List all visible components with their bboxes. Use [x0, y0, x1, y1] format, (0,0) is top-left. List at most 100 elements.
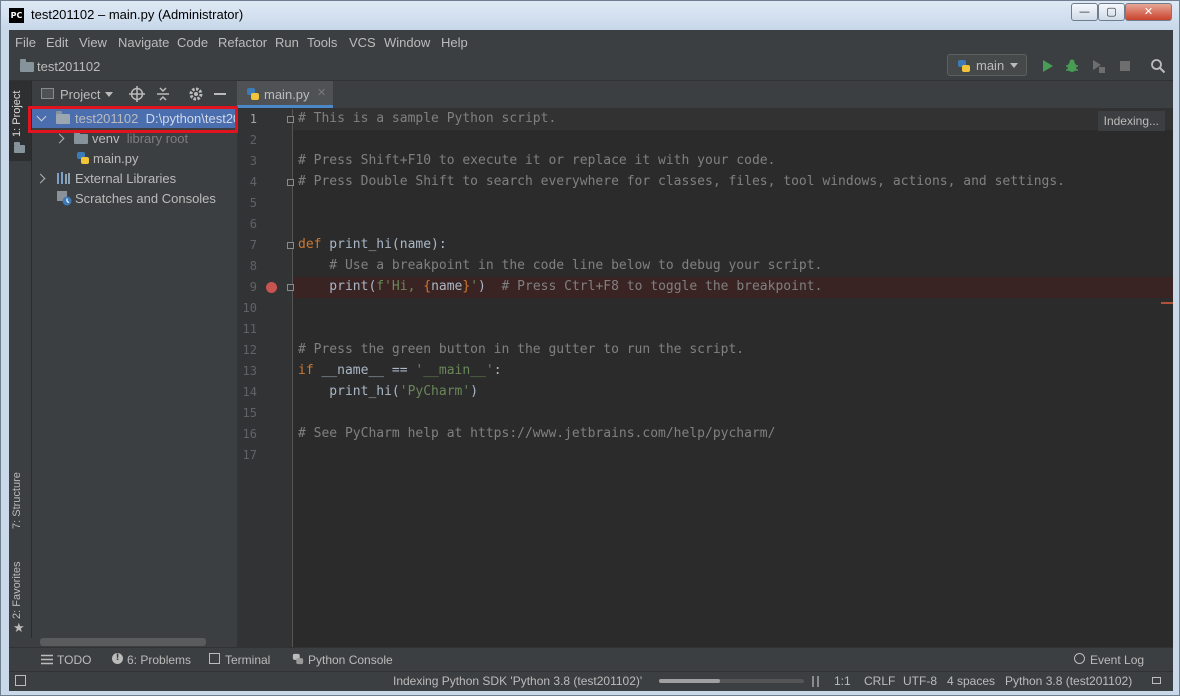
- gear-icon[interactable]: [188, 86, 204, 102]
- toggle-tool-windows-icon[interactable]: [15, 675, 26, 686]
- tab-todo[interactable]: TODO: [57, 653, 91, 667]
- chevron-down-icon[interactable]: [105, 92, 113, 97]
- menu-navigate[interactable]: Navigate: [118, 35, 169, 50]
- menu-vcs[interactable]: VCS: [349, 35, 376, 50]
- hide-panel-icon[interactable]: [214, 93, 226, 95]
- project-view-label[interactable]: Project: [60, 87, 100, 102]
- minimize-button[interactable]: —: [1071, 3, 1098, 21]
- title-bar: PC test201102 – main.py (Administrator) …: [1, 1, 1179, 29]
- run-with-coverage-icon[interactable]: [1090, 58, 1106, 74]
- line-number: 1: [249, 112, 257, 126]
- editor-tab-main-py[interactable]: main.py ✕: [237, 81, 333, 108]
- tree-item-label: External Libraries: [75, 171, 177, 186]
- project-tool-icon: [14, 142, 25, 153]
- file-encoding[interactable]: UTF-8: [903, 674, 937, 688]
- status-message[interactable]: Indexing Python SDK 'Python 3.8 (test201…: [393, 674, 642, 688]
- code-line-14: print_hi('PyCharm'): [298, 384, 478, 399]
- code-line-16: # See PyCharm help at https://www.jetbra…: [298, 426, 776, 441]
- line-number: 6: [249, 217, 257, 231]
- debug-icon[interactable]: [1064, 58, 1080, 74]
- menu-code[interactable]: Code: [177, 35, 208, 50]
- keyword: if: [298, 363, 314, 378]
- string-literal: '__main__': [415, 363, 494, 378]
- stop-icon[interactable]: [1117, 58, 1133, 74]
- tree-item-main-py[interactable]: main.py: [32, 148, 236, 168]
- tree-item-external-libraries[interactable]: External Libraries: [32, 168, 236, 188]
- chevron-right-icon[interactable]: [54, 133, 65, 144]
- line-number: 2: [249, 133, 257, 147]
- line-number: 16: [242, 427, 257, 441]
- fold-marker-icon[interactable]: [287, 284, 294, 291]
- tab-problems[interactable]: 6: Problems: [127, 653, 191, 667]
- line-number: 13: [242, 364, 257, 378]
- pause-icon[interactable]: [812, 676, 814, 687]
- project-panel-header: Project: [32, 81, 236, 108]
- line-separator[interactable]: CRLF: [864, 674, 895, 688]
- menu-edit[interactable]: Edit: [46, 35, 68, 50]
- line-number: 12: [242, 343, 257, 357]
- string-literal: ': [470, 279, 479, 294]
- caret-position[interactable]: 1:1: [834, 674, 851, 688]
- python-console-icon: [292, 653, 304, 665]
- fold-marker-icon[interactable]: [287, 242, 294, 249]
- menu-tools[interactable]: Tools: [307, 35, 337, 50]
- menu-help[interactable]: Help: [441, 35, 468, 50]
- libraries-icon: [57, 172, 70, 184]
- line-number: 11: [242, 322, 257, 336]
- status-bar: Indexing Python SDK 'Python 3.8 (test201…: [9, 671, 1173, 691]
- interpreter-selector[interactable]: Python 3.8 (test201102): [1005, 674, 1132, 688]
- tree-item-label: Scratches and Consoles: [75, 191, 216, 206]
- search-icon[interactable]: [1150, 58, 1166, 74]
- maximize-button[interactable]: ▢: [1098, 3, 1125, 21]
- collapse-all-icon[interactable]: [155, 86, 171, 102]
- chevron-right-icon[interactable]: [35, 173, 46, 184]
- progress-fill: [659, 679, 720, 683]
- code-line-3: # Press Shift+F10 to execute it or repla…: [298, 153, 776, 168]
- todo-icon: [41, 654, 53, 668]
- code-line-12: # Press the green button in the gutter t…: [298, 342, 745, 357]
- code-line-9: print(f'Hi, {name}') # Press Ctrl+F8 to …: [298, 279, 822, 294]
- ide-window: PC test201102 – main.py (Administrator) …: [0, 0, 1180, 696]
- line-number: 15: [242, 406, 257, 420]
- tab-python-console[interactable]: Python Console: [308, 653, 393, 667]
- fold-marker-icon[interactable]: [287, 179, 294, 186]
- tool-tab-favorites[interactable]: 2: Favorites: [11, 562, 23, 619]
- tab-terminal[interactable]: Terminal: [225, 653, 270, 667]
- breadcrumb[interactable]: test201102: [37, 59, 100, 74]
- tree-item-scratches[interactable]: Scratches and Consoles: [32, 188, 236, 208]
- tree-item-label: main.py: [93, 151, 139, 166]
- keyword: def: [298, 237, 322, 252]
- locate-file-icon[interactable]: [129, 86, 145, 102]
- indent-setting[interactable]: 4 spaces: [947, 674, 995, 688]
- tool-tab-project[interactable]: 1: Project: [11, 91, 23, 137]
- run-icon[interactable]: [1039, 58, 1055, 74]
- fold-marker-icon[interactable]: [287, 116, 294, 123]
- menu-window[interactable]: Window: [384, 35, 430, 50]
- chevron-down-icon: [1010, 63, 1018, 68]
- menu-view[interactable]: View: [79, 35, 107, 50]
- line-number: 4: [249, 175, 257, 189]
- code-line-8: # Use a breakpoint in the code line belo…: [298, 258, 823, 273]
- highlight-annotation-box: [28, 106, 238, 133]
- breakpoint-icon[interactable]: [266, 282, 277, 293]
- folder-icon: [74, 131, 88, 144]
- menu-file[interactable]: File: [15, 35, 36, 50]
- pause-icon-bar: [817, 676, 819, 687]
- code-editor[interactable]: 1 2 3 4 5 6 7 8 9 10 11 12 13 14 15 16 1…: [237, 109, 1173, 647]
- menu-run[interactable]: Run: [275, 35, 299, 50]
- close-tab-icon[interactable]: ✕: [317, 86, 326, 99]
- menu-refactor[interactable]: Refactor: [218, 35, 267, 50]
- python-file-icon: [247, 88, 259, 100]
- line-number: 10: [242, 301, 257, 315]
- indexing-progress-bar: [659, 679, 804, 683]
- horizontal-scrollbar[interactable]: [40, 638, 206, 646]
- close-button[interactable]: ✕: [1125, 3, 1172, 21]
- tab-event-log[interactable]: Event Log: [1090, 653, 1144, 667]
- run-configuration-selector[interactable]: main: [947, 54, 1027, 76]
- editor-gutter[interactable]: 1 2 3 4 5 6 7 8 9 10 11 12 13 14 15 16 1…: [237, 109, 294, 647]
- project-view-icon: [41, 88, 54, 99]
- tool-tab-structure[interactable]: 7: Structure: [11, 472, 23, 529]
- error-stripe-mark[interactable]: [1161, 302, 1173, 304]
- lock-icon[interactable]: [1152, 677, 1161, 684]
- pycharm-logo-icon: PC: [9, 8, 24, 23]
